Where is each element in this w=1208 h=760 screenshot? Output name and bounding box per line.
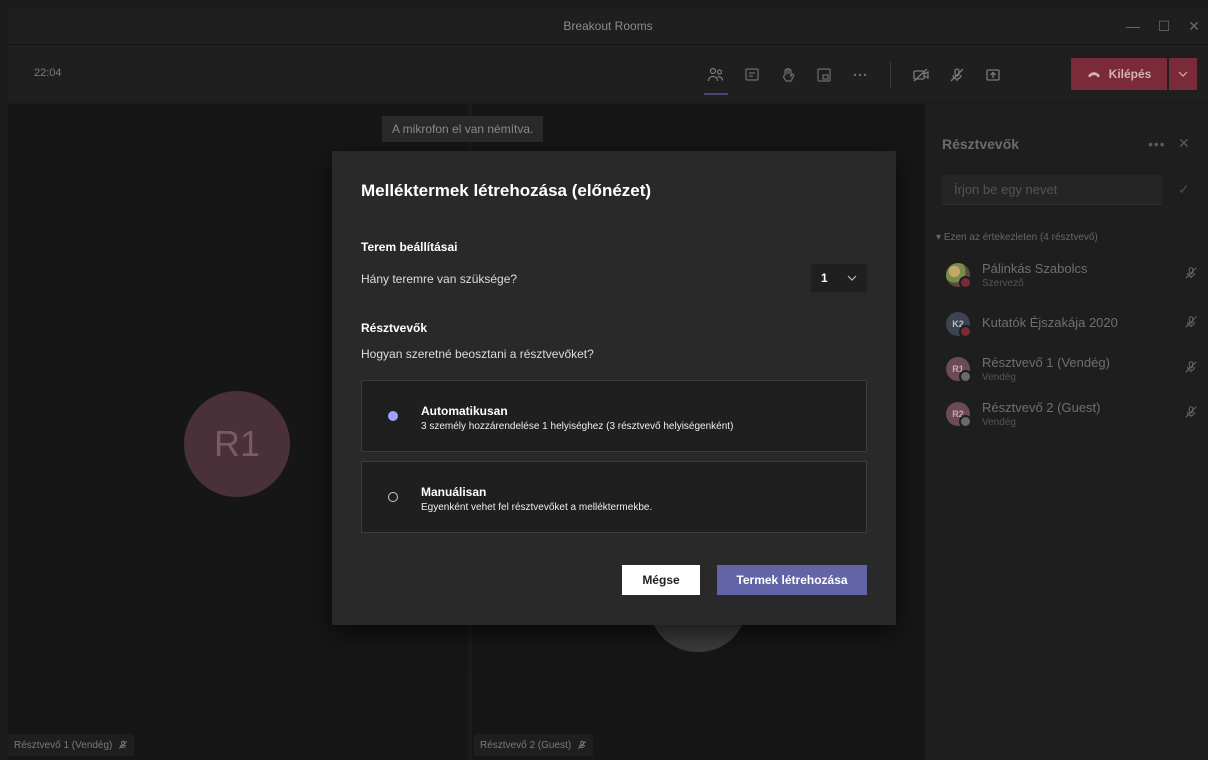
share-button[interactable] bbox=[975, 57, 1011, 93]
mic-off-icon bbox=[1185, 361, 1197, 373]
toolbar-icons bbox=[698, 57, 1011, 95]
participants-heading: Résztvevők bbox=[361, 321, 428, 335]
participants-group-header[interactable]: ▾ Ezen az értekezleten (4 résztvevő) bbox=[936, 232, 1098, 243]
maximize-icon[interactable]: ☐ bbox=[1158, 18, 1171, 35]
option-manual[interactable]: Manuálisan Egyenként vehet fel résztvevő… bbox=[361, 461, 867, 533]
mic-button[interactable] bbox=[939, 57, 975, 93]
tile-label-text: Résztvevő 2 (Guest) bbox=[480, 739, 572, 751]
chevron-down-icon bbox=[847, 275, 857, 281]
participants-icon bbox=[707, 67, 724, 82]
mic-off-icon bbox=[578, 740, 587, 750]
mic-off-icon bbox=[950, 68, 964, 82]
leave-dropdown-button[interactable] bbox=[1169, 58, 1197, 90]
cancel-button[interactable]: Mégse bbox=[622, 565, 700, 595]
tile-label-text: Résztvevő 1 (Vendég) bbox=[14, 739, 113, 751]
create-rooms-button[interactable]: Termek létrehozása bbox=[717, 565, 867, 595]
status-dot bbox=[959, 276, 972, 289]
window-title: Breakout Rooms bbox=[563, 19, 653, 33]
status-dot bbox=[959, 325, 972, 338]
breakout-rooms-dialog: Melléktermek létrehozása (előnézet) Tere… bbox=[332, 151, 896, 625]
camera-button[interactable] bbox=[903, 57, 939, 93]
window-controls: — ☐ ✕ bbox=[1126, 8, 1200, 44]
option-title: Automatikusan bbox=[421, 404, 508, 418]
assign-question: Hogyan szeretné beosztani a résztvevőket… bbox=[361, 347, 594, 361]
more-icon bbox=[853, 73, 867, 77]
group-header-text: Ezen az értekezleten (4 résztvevő) bbox=[943, 232, 1098, 243]
room-settings-heading: Terem beállításai bbox=[361, 240, 458, 254]
participant-name: Résztvevő 1 (Vendég) bbox=[982, 355, 1110, 370]
meeting-toolbar: 22:04 Kilépés bbox=[8, 45, 1208, 103]
raise-hand-icon bbox=[782, 67, 795, 82]
camera-off-icon bbox=[913, 68, 929, 82]
more-icon[interactable]: ••• bbox=[1148, 136, 1166, 152]
minimize-icon[interactable]: — bbox=[1126, 18, 1140, 34]
close-icon[interactable]: ✕ bbox=[1178, 135, 1190, 152]
leave-button[interactable]: Kilépés bbox=[1071, 58, 1167, 90]
leave-label: Kilépés bbox=[1108, 67, 1152, 81]
participant-role: Vendég bbox=[982, 372, 1016, 383]
mic-off-icon bbox=[1185, 267, 1197, 279]
status-dot bbox=[959, 370, 972, 383]
avatar: K2 bbox=[946, 312, 972, 338]
mic-muted-toast: A mikrofon el van némítva. bbox=[382, 116, 544, 142]
room-count-question: Hány teremre van szüksége? bbox=[361, 272, 518, 286]
participants-button[interactable] bbox=[698, 57, 734, 95]
tile-label-r1: Résztvevő 1 (Vendég) bbox=[8, 734, 135, 756]
meeting-clock: 22:04 bbox=[34, 67, 62, 79]
chat-button[interactable] bbox=[734, 57, 770, 93]
participant-role: Szervező bbox=[982, 278, 1024, 289]
share-icon bbox=[986, 69, 1000, 81]
panel-title: Résztvevők bbox=[942, 136, 1020, 152]
breakout-rooms-icon bbox=[817, 68, 831, 82]
participant-row[interactable]: Pálinkás Szabolcs Szervező bbox=[946, 260, 1206, 296]
participant-name: Kutatók Éjszakája 2020 bbox=[982, 315, 1118, 330]
status-dot bbox=[959, 415, 972, 428]
more-button[interactable] bbox=[842, 57, 878, 93]
participant-row[interactable]: K2 Kutatók Éjszakája 2020 bbox=[946, 309, 1206, 345]
option-subtitle: Egyenként vehet fel résztvevőket a mellé… bbox=[421, 502, 653, 513]
avatar: R1 bbox=[946, 357, 972, 383]
room-count-select[interactable]: 1 bbox=[811, 264, 867, 292]
raise-hand-button[interactable] bbox=[770, 57, 806, 93]
check-icon[interactable]: ✓ bbox=[1178, 181, 1190, 198]
window-title-bar: Breakout Rooms — ☐ ✕ bbox=[8, 8, 1208, 45]
option-title: Manuálisan bbox=[421, 485, 487, 499]
participant-row[interactable]: R1 Résztvevő 1 (Vendég) Vendég bbox=[946, 354, 1206, 390]
participant-avatar-r1: R1 bbox=[184, 391, 290, 497]
hang-up-icon bbox=[1087, 72, 1100, 78]
breakout-rooms-button[interactable] bbox=[806, 57, 842, 93]
tile-label-r2: Résztvevő 2 (Guest) bbox=[474, 734, 594, 756]
dialog-title: Melléktermek létrehozása (előnézet) bbox=[361, 181, 652, 200]
mic-off-icon bbox=[1185, 316, 1197, 328]
mic-off-icon bbox=[1185, 406, 1197, 418]
option-automatic[interactable]: Automatikusan 3 személy hozzárendelése 1… bbox=[361, 380, 867, 452]
participants-panel: Résztvevők ••• ✕ Írjon be egy nevet ✓ ▾ … bbox=[926, 104, 1208, 760]
chevron-down-icon bbox=[1178, 71, 1188, 77]
radio-automatic[interactable] bbox=[388, 411, 398, 421]
mic-off-icon bbox=[119, 740, 128, 750]
room-count-value: 1 bbox=[821, 271, 828, 285]
participant-name: Résztvevő 2 (Guest) bbox=[982, 400, 1101, 415]
participant-row[interactable]: R2 Résztvevő 2 (Guest) Vendég bbox=[946, 399, 1206, 435]
option-subtitle: 3 személy hozzárendelése 1 helyiséghez (… bbox=[421, 421, 734, 432]
participant-role: Vendég bbox=[982, 417, 1016, 428]
avatar bbox=[946, 263, 972, 289]
participant-name: Pálinkás Szabolcs bbox=[982, 261, 1088, 276]
avatar: R2 bbox=[946, 402, 972, 428]
participant-search-input[interactable]: Írjon be egy nevet bbox=[942, 175, 1162, 205]
chat-icon bbox=[745, 68, 759, 81]
close-window-icon[interactable]: ✕ bbox=[1188, 18, 1200, 35]
toolbar-divider bbox=[890, 62, 891, 88]
radio-manual[interactable] bbox=[388, 492, 398, 502]
